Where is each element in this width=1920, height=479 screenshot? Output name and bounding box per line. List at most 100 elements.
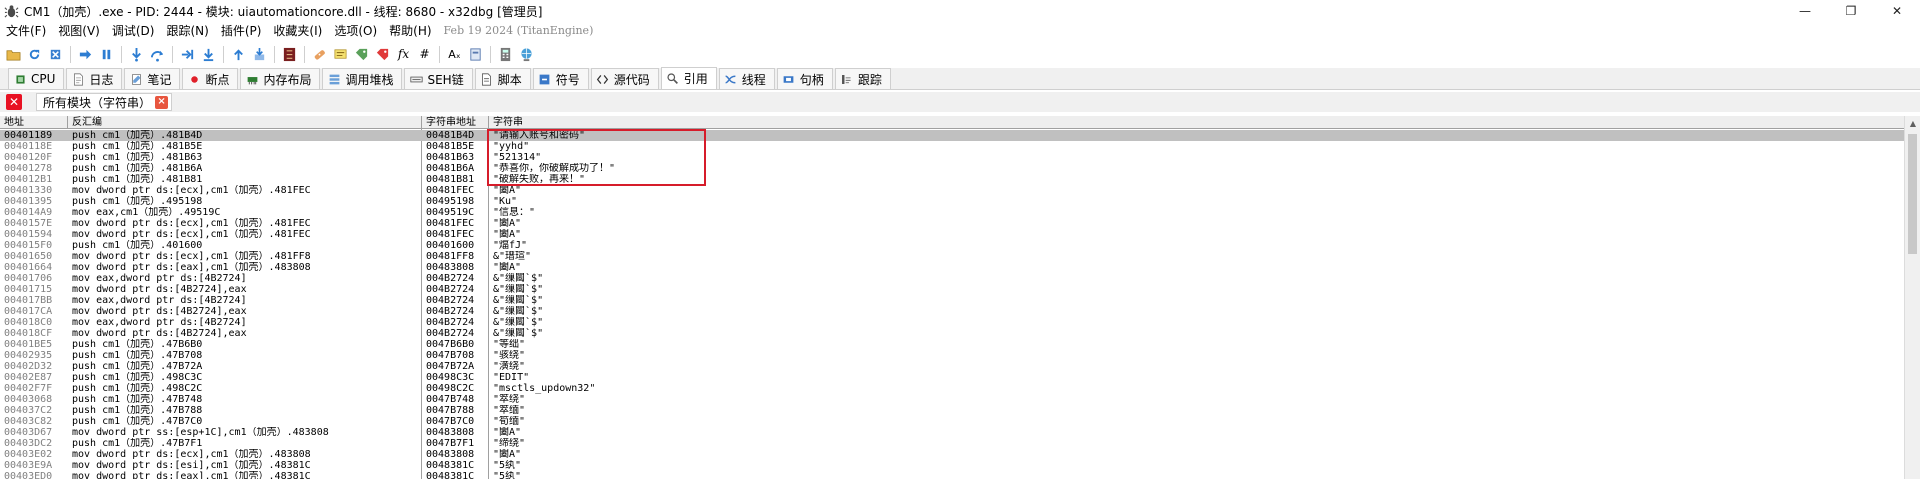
maximize-button[interactable]: ❐ bbox=[1828, 0, 1874, 22]
menu-options[interactable]: 选项(O) bbox=[328, 22, 383, 39]
tab-threads[interactable]: 线程 bbox=[718, 68, 775, 89]
table-row[interactable]: 00403D67 mov dword ptr ss:[esp+1C],cm1（加壳… bbox=[0, 427, 1904, 438]
column-header-address[interactable]: 地址 bbox=[0, 116, 68, 129]
row-string-address: 00498C3C bbox=[426, 372, 475, 383]
table-row[interactable]: 00403E02 mov dword ptr ds:[ecx],cm1（加壳）.4… bbox=[0, 449, 1904, 460]
tab-seh-chain[interactable]: SEH链 bbox=[404, 68, 473, 89]
execute-till-user-code-icon[interactable] bbox=[250, 45, 269, 64]
menu-debug[interactable]: 调试(D) bbox=[106, 22, 161, 39]
tab-source[interactable]: 源代码 bbox=[590, 68, 659, 89]
table-row[interactable]: 004037C2 push cm1（加壳）.47B788 0047B788 "箤缅" bbox=[0, 405, 1904, 416]
scylla-icon[interactable] bbox=[280, 45, 299, 64]
menu-trace[interactable]: 跟踪(N) bbox=[160, 22, 214, 39]
tab-memory-map[interactable]: 内存布局 bbox=[240, 68, 321, 89]
table-row[interactable]: 004018C0 mov eax,dword ptr ds:[4B2724] 004… bbox=[0, 317, 1904, 328]
table-row[interactable]: 00401650 mov dword ptr ds:[ecx],cm1（加壳）.4… bbox=[0, 251, 1904, 262]
pause-icon[interactable] bbox=[97, 45, 116, 64]
table-row[interactable]: 00401706 mov eax,dword ptr ds:[4B2724] 004… bbox=[0, 273, 1904, 284]
labels-icon[interactable] bbox=[352, 45, 371, 64]
table-row[interactable]: 00401395 push cm1（加壳）.495198 00495198 "Ku" bbox=[0, 196, 1904, 207]
toolbar-separator bbox=[172, 45, 173, 63]
subtab-all-modules-strings[interactable]: 所有模块（字符串） × bbox=[36, 93, 173, 111]
table-row[interactable]: 00403E9A mov dword ptr ds:[esi],cm1（加壳）.4… bbox=[0, 460, 1904, 471]
table-row[interactable]: 00401BE5 push cm1（加壳）.47B6B0 0047B6B0 "等绌" bbox=[0, 339, 1904, 350]
menu-plugins[interactable]: 插件(P) bbox=[215, 22, 268, 39]
table-row[interactable]: 0040118E push cm1（加壳）.481B5E 00481B5E "yyhd… bbox=[0, 141, 1904, 152]
patch-icon[interactable] bbox=[310, 45, 329, 64]
table-row[interactable]: 004012B1 push cm1（加壳）.481B81 00481B81 "破解失败… bbox=[0, 174, 1904, 185]
row-address: 004017CA bbox=[4, 306, 53, 317]
column-header-string-address[interactable]: 字符串地址 bbox=[422, 116, 489, 129]
comments-icon[interactable] bbox=[331, 45, 350, 64]
variables-icon[interactable]: # bbox=[415, 45, 434, 64]
tab-handles[interactable]: 句柄 bbox=[776, 68, 833, 89]
tab-cpu[interactable]: CPU bbox=[8, 68, 65, 89]
table-row[interactable]: 00401189 push cm1（加壳）.481B4D 00481B4D "请输入账… bbox=[0, 130, 1904, 141]
step-into-icon[interactable] bbox=[127, 45, 146, 64]
calculator-icon[interactable] bbox=[496, 45, 515, 64]
step-over-icon[interactable] bbox=[148, 45, 167, 64]
bookmarks-icon[interactable] bbox=[373, 45, 392, 64]
tab-references[interactable]: 引用 bbox=[660, 67, 717, 89]
run-icon[interactable] bbox=[76, 45, 95, 64]
table-row[interactable]: 00403C82 push cm1（加壳）.47B7C0 0047B7C0 "筍缅" bbox=[0, 416, 1904, 427]
close-debuggee-icon[interactable] bbox=[46, 45, 65, 64]
tab-script[interactable]: 脚本 bbox=[474, 68, 531, 89]
column-header-disassembly[interactable]: 反汇编 bbox=[68, 116, 422, 129]
close-icon: ✕ bbox=[8, 95, 20, 109]
menu-file[interactable]: 文件(F) bbox=[0, 22, 52, 39]
row-disassembly: mov dword ptr ds:[eax],cm1（加壳）.48381C bbox=[72, 471, 311, 479]
table-row[interactable]: 00403ED0 mov dword ptr ds:[eax],cm1（加壳）.4… bbox=[0, 471, 1904, 479]
callstack-icon bbox=[327, 72, 341, 86]
table-row[interactable]: 004018CF mov dword ptr ds:[4B2724],eax 004… bbox=[0, 328, 1904, 339]
references-subtab-bar: ✕ 所有模块（字符串） × bbox=[0, 92, 1920, 112]
font-icon[interactable]: Aₓ bbox=[445, 45, 464, 64]
row-string-address: 00483808 bbox=[426, 427, 475, 438]
scroll-up-icon[interactable]: ▲ bbox=[1905, 116, 1920, 130]
tab-breakpoints[interactable]: 断点 bbox=[182, 68, 239, 89]
table-row[interactable]: 00403068 push cm1（加壳）.47B748 0047B748 "箤绕" bbox=[0, 394, 1904, 405]
table-row[interactable]: 004017BB mov eax,dword ptr ds:[4B2724] 004… bbox=[0, 295, 1904, 306]
scrollbar-thumb[interactable] bbox=[1908, 134, 1917, 254]
table-row[interactable]: 0040157E mov dword ptr ds:[ecx],cm1（加壳）.4… bbox=[0, 218, 1904, 229]
table-row[interactable]: 00401715 mov dword ptr ds:[4B2724],eax 004… bbox=[0, 284, 1904, 295]
trace-over-icon[interactable] bbox=[199, 45, 218, 64]
table-row[interactable]: 0040120F push cm1（加壳）.481B63 00481B63 "5213… bbox=[0, 152, 1904, 163]
restart-icon[interactable] bbox=[25, 45, 44, 64]
table-row[interactable]: 00402F7F push cm1（加壳）.498C2C 00498C2C "msct… bbox=[0, 383, 1904, 394]
menu-help[interactable]: 帮助(H) bbox=[383, 22, 437, 39]
table-row[interactable]: 004015F0 push cm1（加壳）.401600 00401600 "煏fJ" bbox=[0, 240, 1904, 251]
close-all-tabs-button[interactable]: ✕ bbox=[6, 94, 22, 110]
modules-icon[interactable] bbox=[466, 45, 485, 64]
vertical-scrollbar[interactable]: ▲ bbox=[1904, 116, 1920, 479]
table-row[interactable]: 00403DC2 push cm1（加壳）.47B7F1 0047B7F1 "缔绕" bbox=[0, 438, 1904, 449]
globe-icon[interactable] bbox=[517, 45, 536, 64]
column-header-string[interactable]: 字符串 bbox=[489, 116, 1904, 129]
tab-notes[interactable]: 笔记 bbox=[124, 68, 181, 89]
minimize-button[interactable]: — bbox=[1782, 0, 1828, 22]
execute-till-return-icon[interactable] bbox=[229, 45, 248, 64]
menu-view[interactable]: 视图(V) bbox=[52, 22, 106, 39]
subtab-close-icon[interactable]: × bbox=[155, 95, 169, 109]
functions-icon[interactable]: fx bbox=[394, 45, 413, 64]
build-info: Feb 19 2024 (TitanEngine) bbox=[443, 24, 594, 37]
table-row[interactable]: 00401278 push cm1（加壳）.481B6A 00481B6A "恭喜你，… bbox=[0, 163, 1904, 174]
menu-favourites[interactable]: 收藏夹(I) bbox=[267, 22, 328, 39]
close-button[interactable]: ✕ bbox=[1874, 0, 1920, 22]
tab-log[interactable]: 日志 bbox=[66, 68, 123, 89]
table-row[interactable]: 00401594 mov dword ptr ds:[ecx],cm1（加壳）.4… bbox=[0, 229, 1904, 240]
table-row[interactable]: 004017CA mov dword ptr ds:[4B2724],eax 004… bbox=[0, 306, 1904, 317]
row-string: &"缫闏`$" bbox=[493, 284, 544, 295]
table-row[interactable]: 00401330 mov dword ptr ds:[ecx],cm1（加壳）.4… bbox=[0, 185, 1904, 196]
tab-symbols[interactable]: 符号 bbox=[532, 68, 589, 89]
table-row[interactable]: 00401664 mov dword ptr ds:[eax],cm1（加壳）.4… bbox=[0, 262, 1904, 273]
open-folder-icon[interactable] bbox=[4, 45, 23, 64]
table-row[interactable]: 00402E87 push cm1（加壳）.498C3C 00498C3C "EDIT… bbox=[0, 372, 1904, 383]
table-row[interactable]: 00402D32 push cm1（加壳）.47B72A 0047B72A "潢绕" bbox=[0, 361, 1904, 372]
table-row[interactable]: 004014A9 mov eax,cm1（加壳）.49519C 0049519C "信… bbox=[0, 207, 1904, 218]
tab-trace[interactable]: 跟踪 bbox=[834, 68, 891, 89]
table-row[interactable]: 00402935 push cm1（加壳）.47B708 0047B708 "骇绕" bbox=[0, 350, 1904, 361]
tab-call-stack[interactable]: 调用堆栈 bbox=[322, 68, 403, 89]
row-address: 00403068 bbox=[4, 394, 53, 405]
trace-into-icon[interactable] bbox=[178, 45, 197, 64]
